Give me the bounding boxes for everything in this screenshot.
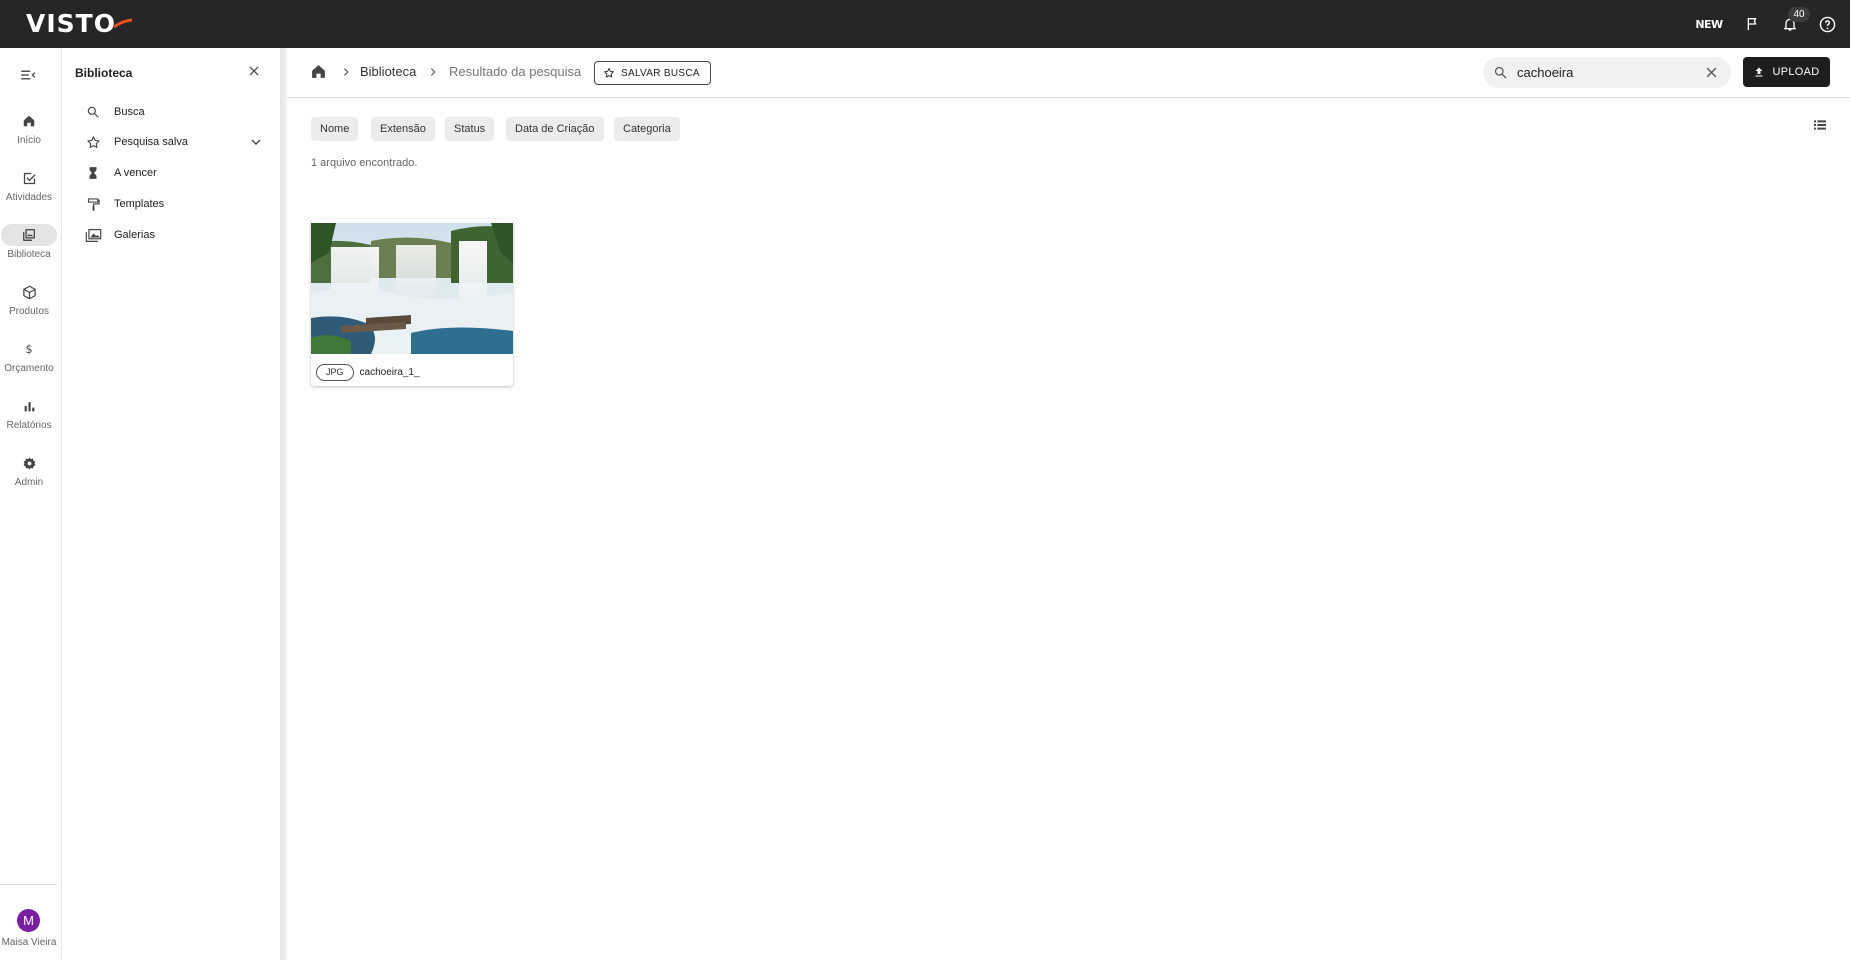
- result-count: 1 arquivo encontrado.: [311, 157, 418, 169]
- star-outline-icon: [604, 68, 614, 78]
- home-icon: [312, 65, 325, 78]
- breadcrumb-current: Resultado da pesquisa: [449, 64, 582, 79]
- list-view-button[interactable]: [1812, 117, 1830, 135]
- waterfall-thumbnail-image: [311, 223, 513, 354]
- help-button[interactable]: [1815, 12, 1839, 36]
- format-paint-icon: [87, 197, 100, 211]
- cube-icon: [22, 285, 36, 299]
- clear-search-icon[interactable]: [1704, 65, 1719, 80]
- file-name: cachoeira_1_: [359, 366, 420, 378]
- panel-item-galerias[interactable]: Galerias: [84, 224, 264, 246]
- filter-chip-extensao[interactable]: Extensão: [371, 117, 435, 141]
- svg-text:$: $: [25, 343, 32, 356]
- notification-count-badge: 40: [1788, 7, 1810, 22]
- chevron-down-icon[interactable]: [248, 134, 264, 150]
- save-search-button[interactable]: SALVAR BUSCA: [594, 61, 711, 85]
- panel-item-templates[interactable]: Templates: [84, 193, 264, 215]
- rail-item-admin[interactable]: Admin: [0, 452, 58, 504]
- gallery-icon: [85, 228, 101, 242]
- rail-item-label: Atividades: [5, 192, 53, 203]
- chevron-right-icon: [430, 68, 436, 76]
- help-icon: [1819, 16, 1835, 32]
- library-panel: Biblioteca Busca Pesquisa salva A vencer…: [62, 48, 280, 960]
- flag-button[interactable]: [1741, 12, 1765, 36]
- panel-item-label: Busca: [114, 106, 145, 118]
- panel-item-busca[interactable]: Busca: [84, 101, 264, 123]
- rail-item-produtos[interactable]: Produtos: [0, 281, 58, 333]
- filter-chip-categoria[interactable]: Categoria: [614, 117, 680, 141]
- search-input[interactable]: [1517, 63, 1697, 82]
- rail-item-label: Biblioteca: [7, 249, 51, 260]
- rail-divider: [0, 884, 57, 885]
- panel-item-label: Templates: [114, 198, 165, 210]
- panel-item-a-vencer[interactable]: A vencer: [84, 162, 264, 184]
- panel-title: Biblioteca: [75, 66, 133, 80]
- panel-item-label: Galerias: [114, 229, 155, 241]
- upload-label: UPLOAD: [1772, 66, 1820, 78]
- new-icon: NEW: [1695, 17, 1723, 31]
- dollar-icon: $: [25, 343, 32, 356]
- new-features-button[interactable]: NEW: [1695, 12, 1723, 36]
- save-search-label: SALVAR BUSCA: [621, 67, 700, 79]
- list-view-icon: [1814, 120, 1826, 130]
- rail-item-label: Admin: [14, 477, 44, 488]
- user-avatar[interactable]: M: [17, 909, 40, 932]
- rail-item-atividades[interactable]: Atividades: [0, 167, 58, 219]
- navigation-rail: Início Atividades Biblioteca Produtos $ …: [0, 48, 62, 960]
- file-card-footer: JPG cachoeira_1_: [311, 361, 513, 383]
- search-icon: [87, 106, 99, 118]
- visto-logo[interactable]: VISTO: [26, 9, 132, 38]
- file-card[interactable]: JPG cachoeira_1_: [311, 219, 513, 386]
- flag-icon: [1747, 18, 1757, 30]
- upload-button[interactable]: UPLOAD: [1743, 57, 1830, 87]
- upload-icon: [1755, 67, 1763, 77]
- rail-item-label: Orçamento: [4, 363, 54, 374]
- content-header: Biblioteca Resultado da pesquisa SALVAR …: [287, 48, 1850, 98]
- gear-icon: [23, 456, 35, 470]
- search-icon: [1494, 66, 1507, 79]
- logo-swoosh-icon: [113, 18, 132, 28]
- menu-open-icon: [21, 70, 36, 80]
- checkbox-icon: [23, 172, 36, 184]
- chevron-right-icon: [343, 68, 349, 76]
- filter-chip-data-de-criacao[interactable]: Data de Criação: [506, 117, 604, 141]
- home-icon: [23, 115, 35, 127]
- rail-item-inicio[interactable]: Início: [0, 110, 58, 162]
- user-name: Maisa Vieira: [1, 937, 57, 948]
- breadcrumb-biblioteca[interactable]: Biblioteca: [360, 64, 416, 79]
- panel-item-label: Pesquisa salva: [114, 136, 188, 148]
- file-thumbnail: [311, 223, 513, 354]
- top-bar: VISTO NEW 40: [0, 0, 1850, 48]
- rail-item-biblioteca[interactable]: Biblioteca: [0, 224, 58, 276]
- rail-item-label: Relatórios: [6, 420, 52, 431]
- file-extension-badge: JPG: [316, 363, 354, 381]
- logo-text: VISTO: [26, 9, 116, 38]
- filter-chip-nome[interactable]: Nome: [311, 117, 359, 141]
- search-box: [1483, 57, 1731, 88]
- star-outline-icon: [86, 135, 100, 148]
- rail-item-relatorios[interactable]: Relatórios: [0, 395, 58, 447]
- library-icon: [23, 229, 35, 241]
- hourglass-icon: [89, 167, 97, 179]
- filter-chip-status[interactable]: Status: [445, 117, 495, 141]
- panel-shadow: [280, 48, 287, 960]
- panel-close-button[interactable]: [247, 64, 263, 80]
- rail-item-label: Início: [17, 135, 41, 146]
- breadcrumb-home-button[interactable]: [310, 63, 328, 81]
- rail-item-label: Produtos: [8, 306, 50, 317]
- panel-item-pesquisa-salva[interactable]: Pesquisa salva: [84, 131, 264, 153]
- bar-chart-icon: [24, 401, 34, 411]
- menu-collapse-button[interactable]: [19, 66, 39, 86]
- close-icon: [249, 66, 259, 76]
- rail-item-orcamento[interactable]: $ Orçamento: [0, 338, 58, 390]
- panel-item-label: A vencer: [114, 167, 157, 179]
